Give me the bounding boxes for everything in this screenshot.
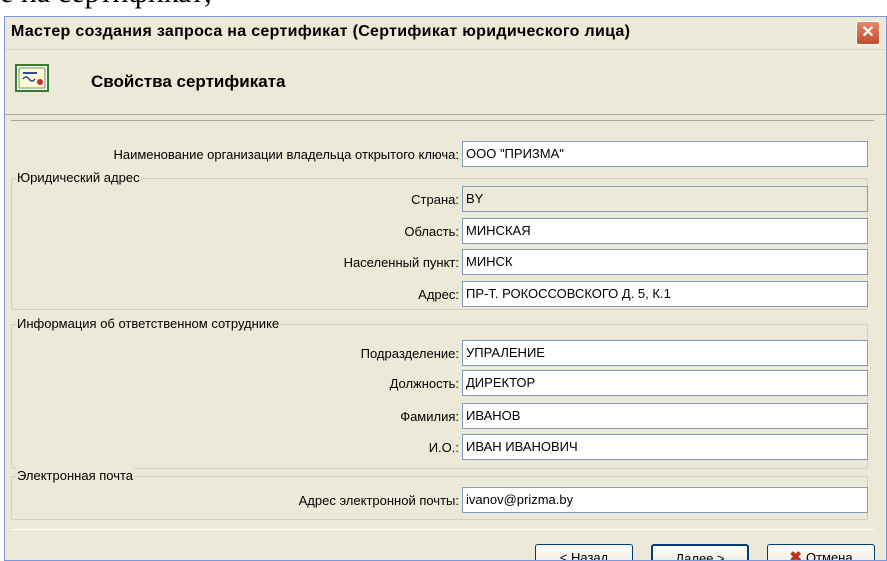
address-label: Адрес: [418, 287, 459, 302]
close-icon: ✕ [861, 24, 875, 41]
locality-field[interactable]: МИНСК [462, 249, 868, 275]
next-button[interactable]: Далее > [651, 544, 749, 561]
back-button[interactable]: < Назад [535, 544, 633, 561]
position-label: Должность: [389, 376, 459, 391]
region-row: Область: МИНСКАЯ [11, 218, 874, 244]
certificate-icon [15, 64, 49, 92]
locality-row: Населенный пункт: МИНСК [11, 249, 874, 275]
position-row: Должность: ДИРЕКТОР [11, 370, 874, 396]
cancel-x-icon: ✖ [789, 549, 802, 561]
surname-label: Фамилия: [400, 409, 459, 424]
email-label: Адрес электронной почты: [298, 493, 459, 508]
cancel-button-label: Отмена [805, 550, 853, 561]
email-group-label: Электронная почта [16, 468, 135, 483]
surname-field[interactable]: ИВАНОВ [462, 403, 868, 429]
department-label: Подразделение: [360, 346, 459, 361]
locality-label: Населенный пункт: [343, 255, 459, 270]
certificate-request-wizard-window: Мастер создания запроса на сертификат (С… [4, 16, 887, 561]
close-button[interactable]: ✕ [856, 21, 880, 45]
address-field[interactable]: ПР-Т. РОКОССОВСКОГО Д. 5, К.1 [462, 281, 868, 307]
wizard-header: Свойства сертификата [5, 50, 886, 115]
position-field[interactable]: ДИРЕКТОР [462, 370, 868, 396]
address-row: Адрес: ПР-Т. РОКОССОВСКОГО Д. 5, К.1 [11, 281, 874, 307]
legal-address-group-label: Юридический адрес [16, 170, 141, 185]
region-label: Область: [404, 224, 459, 239]
country-field: BY [462, 186, 868, 212]
organization-row: Наименование организации владельца откры… [11, 141, 874, 167]
email-row: Адрес электронной почты: ivanov@prizma.b… [11, 487, 874, 513]
back-button-label: < Назад [559, 550, 609, 561]
country-row: Страна: BY [11, 186, 874, 212]
background-document-text: е на сертификат; [0, 0, 212, 10]
title-bar[interactable]: Мастер создания запроса на сертификат (С… [5, 17, 886, 50]
region-field[interactable]: МИНСКАЯ [462, 218, 868, 244]
initials-field[interactable]: ИВАН ИВАНОВИЧ [462, 434, 868, 460]
employee-group-label: Информация об ответственном сотруднике [16, 316, 281, 331]
next-button-label: Далее > [675, 551, 725, 561]
certificate-properties-panel: Наименование организации владельца откры… [11, 120, 874, 530]
window-title: Мастер создания запроса на сертификат (С… [11, 23, 631, 40]
initials-row: И.О.: ИВАН ИВАНОВИЧ [11, 434, 874, 460]
country-label: Страна: [411, 192, 459, 207]
initials-label: И.О.: [428, 440, 459, 455]
department-field[interactable]: УПРАЛЕНИЕ [462, 340, 868, 366]
surname-row: Фамилия: ИВАНОВ [11, 403, 874, 429]
wizard-footer: < Назад Далее > ✖ Отмена [5, 532, 886, 561]
cancel-button[interactable]: ✖ Отмена [767, 544, 875, 561]
organization-label: Наименование организации владельца откры… [113, 147, 459, 162]
email-field[interactable]: ivanov@prizma.by [462, 487, 868, 513]
department-row: Подразделение: УПРАЛЕНИЕ [11, 340, 874, 366]
page-title: Свойства сертификата [91, 72, 286, 91]
organization-field[interactable]: ООО "ПРИЗМА" [462, 141, 868, 167]
